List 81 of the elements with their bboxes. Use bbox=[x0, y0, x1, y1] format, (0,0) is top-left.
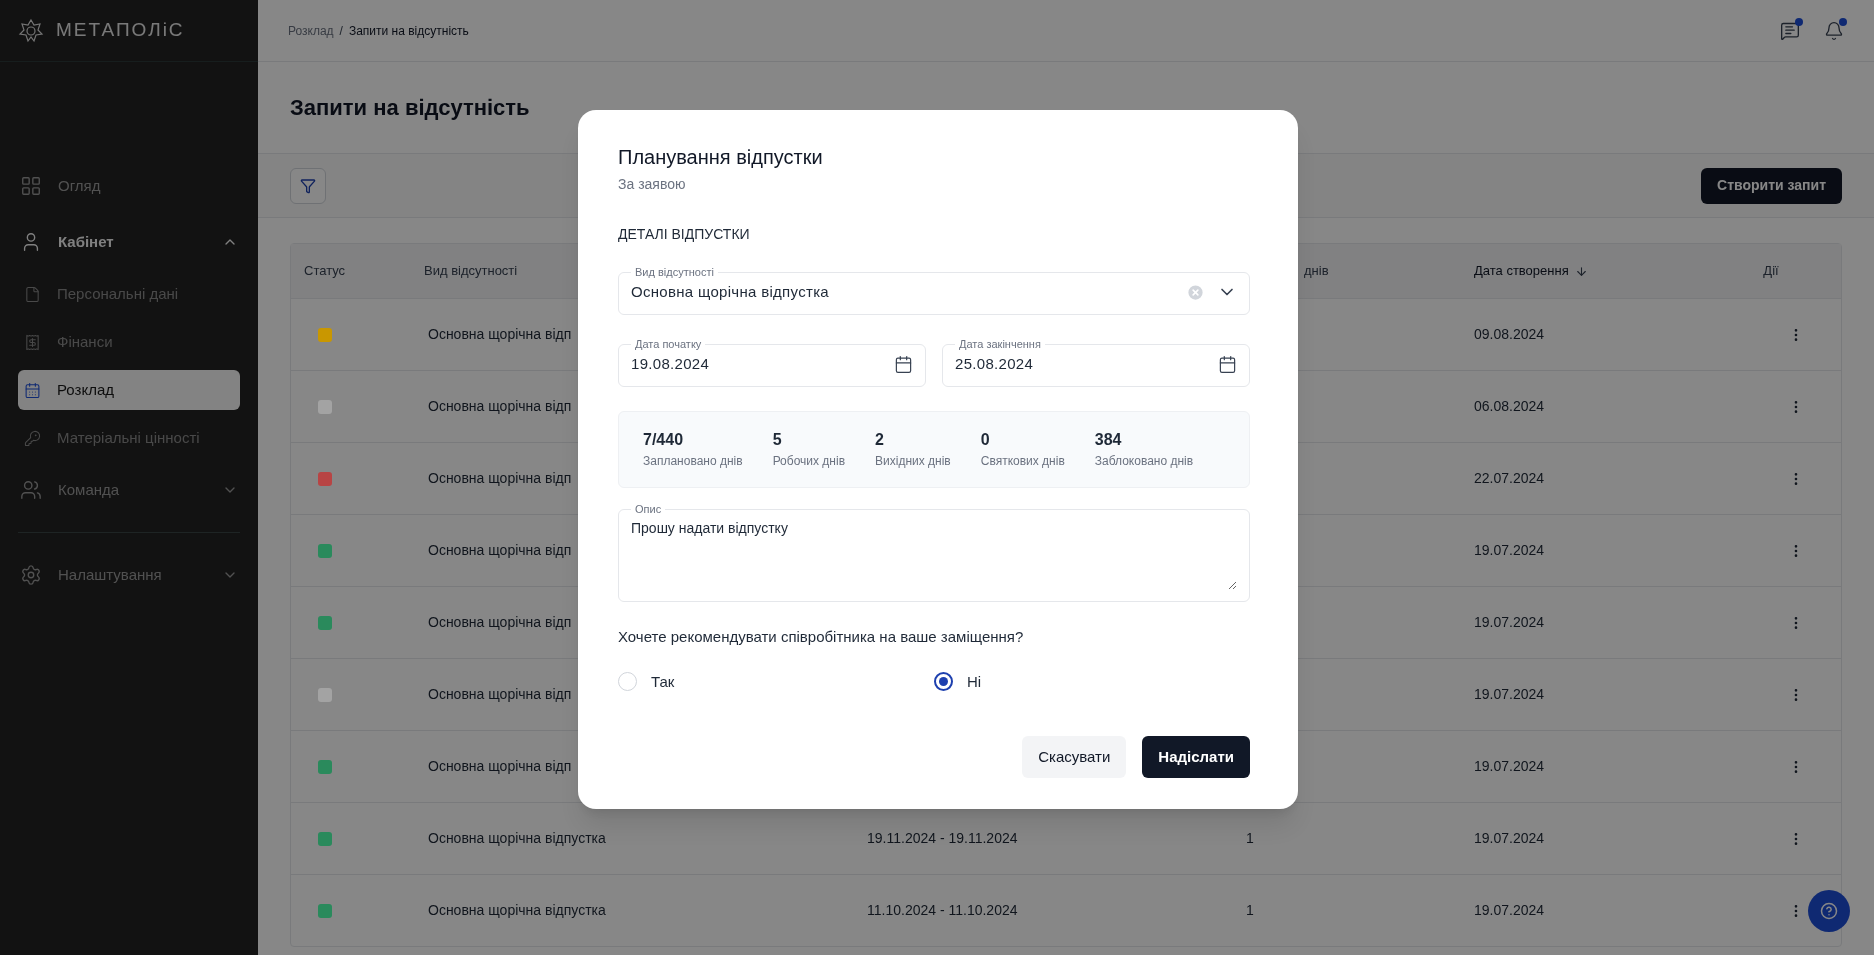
calendar-icon[interactable] bbox=[894, 354, 913, 374]
table-cell: 19.07.2024 bbox=[1474, 614, 1545, 630]
dialog-title: Планування відпустки bbox=[618, 145, 824, 170]
stat-value: 0 bbox=[980, 429, 991, 450]
chat-icon[interactable] bbox=[1780, 20, 1800, 41]
logo-icon bbox=[18, 17, 44, 44]
stat-value: 7/440 bbox=[643, 429, 685, 450]
table-cell: 09.08.2024 bbox=[1474, 326, 1545, 342]
key-icon bbox=[24, 429, 41, 447]
input-field[interactable]: 25.08.2024 bbox=[955, 352, 1206, 376]
field-label: Дата початку bbox=[634, 338, 703, 351]
stat-value: 384 bbox=[1094, 429, 1123, 450]
stat-label: Заблоковано днів bbox=[1094, 452, 1194, 470]
table-cell: 1 bbox=[1246, 902, 1254, 918]
input-field[interactable]: 19.08.2024 bbox=[631, 352, 882, 376]
sort-arrow-icon bbox=[1574, 264, 1588, 278]
table-cell: 11.10.2024 - 11.10.2024 bbox=[867, 902, 1018, 918]
table-cell: Основна щорічна відп bbox=[428, 398, 572, 414]
calendar-icon[interactable] bbox=[1218, 354, 1237, 374]
table-cell: 19.07.2024 bbox=[1474, 830, 1545, 846]
form-field[interactable]: Вид відсутності Основна щорічна відпустка bbox=[618, 266, 1250, 315]
help-icon bbox=[1820, 902, 1838, 920]
form-field[interactable]: Дата початку 19.08.2024 bbox=[618, 338, 926, 387]
table-cell: 19.07.2024 bbox=[1474, 542, 1545, 558]
submit-button[interactable]: Надіслати bbox=[1142, 736, 1250, 778]
breadcrumb-link[interactable]: Запити на відсутність bbox=[348, 21, 469, 40]
table-cell: Основна щорічна відп bbox=[428, 758, 572, 774]
stat-label: Заплановано днів bbox=[643, 452, 743, 470]
gear-icon bbox=[20, 564, 42, 586]
grid-icon bbox=[20, 175, 42, 197]
column-header[interactable]: Дата створення bbox=[1474, 261, 1569, 281]
table-cell: Основна щорічна відп bbox=[428, 614, 572, 630]
stat-label: Робочих днів bbox=[772, 452, 846, 470]
field-label: Вид відсутності bbox=[634, 266, 715, 279]
stat-label: Святкових днів bbox=[980, 452, 1065, 470]
filter-button[interactable] bbox=[290, 167, 326, 204]
breadcrumb-link[interactable]: Розклад bbox=[288, 21, 334, 40]
stat-value: 5 bbox=[772, 429, 783, 450]
file-icon bbox=[24, 285, 41, 303]
section-title: ДЕТАЛІ ВІДПУСТКИ bbox=[618, 225, 751, 244]
table-cell: Основна щорічна відпустка bbox=[428, 902, 606, 918]
cancel-button[interactable]: Скасувати bbox=[1022, 736, 1127, 778]
table-cell: 22.07.2024 bbox=[1474, 470, 1545, 486]
column-header[interactable]: днів bbox=[1304, 261, 1329, 281]
description-field[interactable]: Опис Прошу надати відпустку bbox=[618, 503, 1250, 602]
sidebar-subitem[interactable]: Розклад bbox=[18, 370, 240, 410]
table-cell: 19.07.2024 bbox=[1474, 758, 1545, 774]
input-field[interactable]: Основна щорічна відпустка bbox=[631, 280, 1174, 304]
table-cell: Основна щорічна відпустка bbox=[428, 830, 606, 846]
help-button[interactable] bbox=[1808, 890, 1850, 932]
logo-text: МЕТАПОЛіС bbox=[56, 18, 185, 43]
column-header[interactable]: Статус bbox=[304, 261, 346, 281]
form-field[interactable]: Дата закінчення 25.08.2024 bbox=[942, 338, 1250, 387]
table-cell: 19.07.2024 bbox=[1474, 902, 1545, 918]
field-label: Дата закінчення bbox=[958, 338, 1042, 351]
column-header[interactable]: Вид відсутності bbox=[424, 261, 518, 281]
table-cell: Основна щорічна відп bbox=[428, 542, 572, 558]
users-icon bbox=[20, 479, 42, 501]
radio-button[interactable] bbox=[934, 672, 953, 692]
question-text: Хочете рекомендувати співробітника на ваше заміщення? bbox=[618, 627, 1025, 647]
radio-option[interactable]: Так bbox=[618, 670, 675, 693]
table-cell: Основна щорічна відп bbox=[428, 686, 572, 702]
table-cell: 06.08.2024 bbox=[1474, 398, 1545, 414]
stat-value: 2 bbox=[875, 429, 885, 450]
breadcrumb-separator: / bbox=[339, 22, 343, 40]
table-cell: 19.11.2024 - 19.11.2024 bbox=[867, 830, 1018, 846]
table-cell: Основна щорічна відп bbox=[428, 326, 572, 342]
dialog-subtitle: За заявою bbox=[618, 175, 687, 194]
create-button[interactable]: Створити запит bbox=[1701, 167, 1842, 204]
stat-label: Вихідних днів bbox=[875, 452, 951, 470]
calendar-icon bbox=[24, 381, 41, 399]
table-cell: 1 bbox=[1246, 830, 1254, 846]
table-cell: 19.07.2024 bbox=[1474, 686, 1545, 702]
page-title: Запити на відсутність bbox=[290, 94, 530, 122]
receipt-icon bbox=[24, 333, 41, 351]
table-cell: Основна щорічна відп bbox=[428, 470, 572, 486]
radio-option[interactable]: Ні bbox=[934, 670, 982, 693]
filter-icon bbox=[300, 177, 316, 194]
bell-icon[interactable] bbox=[1824, 20, 1844, 41]
column-header[interactable]: Дії bbox=[1763, 261, 1779, 281]
sidebar-item[interactable]: Кабінет bbox=[0, 214, 258, 270]
